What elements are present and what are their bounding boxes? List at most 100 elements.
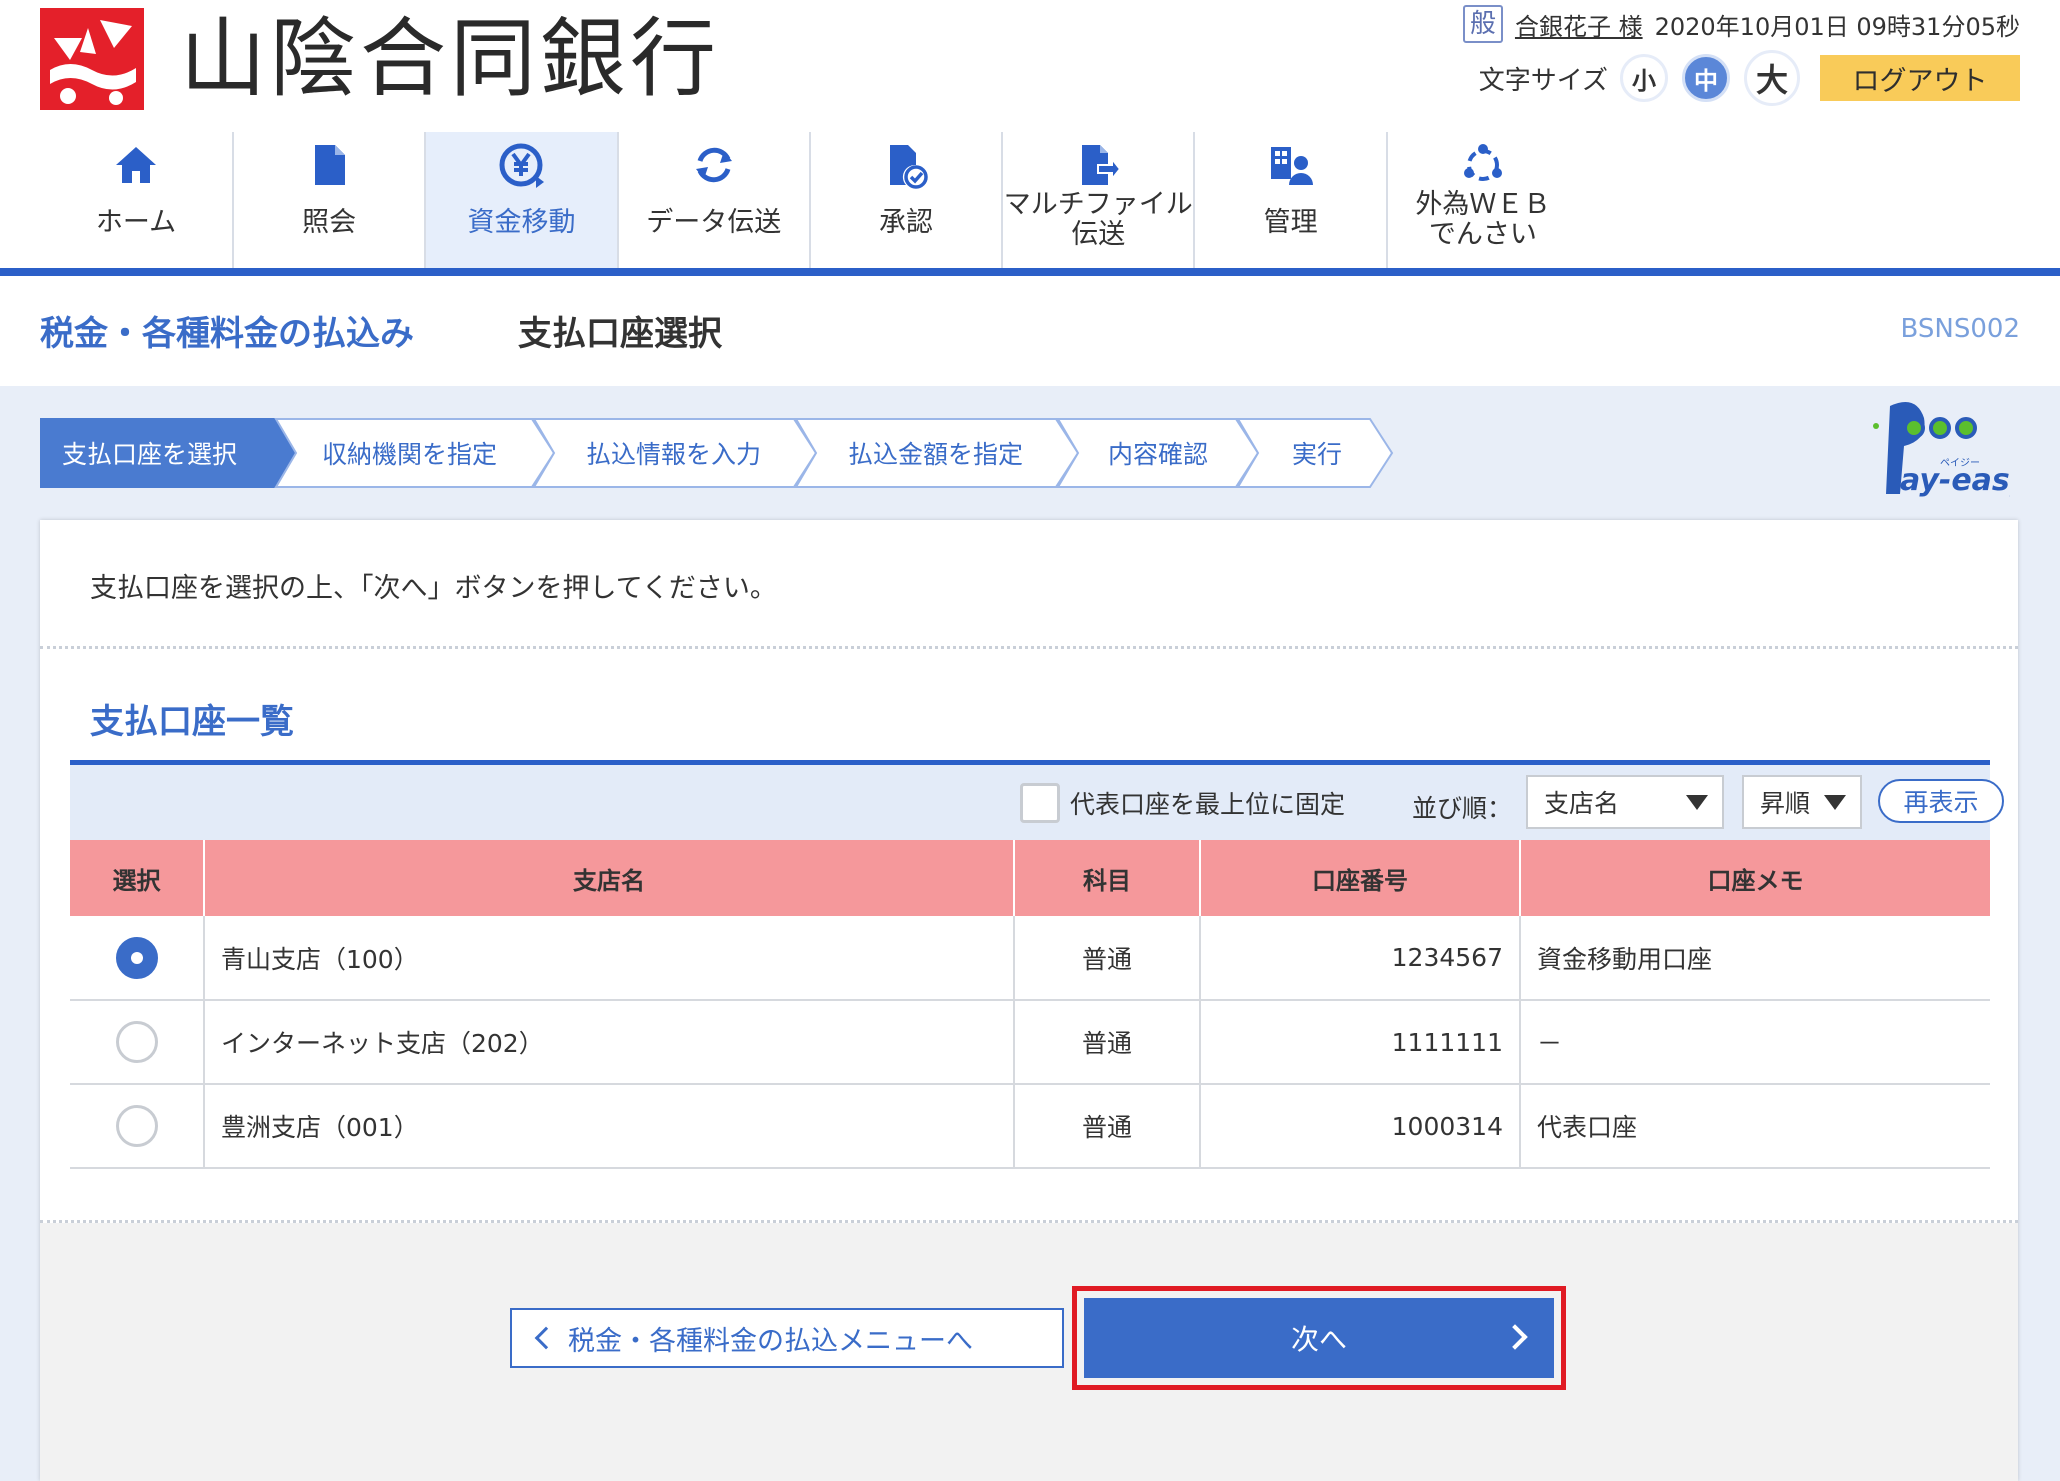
nav-label: 承認: [879, 207, 934, 238]
admin-icon: [1266, 140, 1316, 190]
account-number-cell: 1111111: [1199, 1000, 1520, 1085]
next-button-label: 次へ: [1290, 1323, 1347, 1356]
branch-cell: 青山支店（100）: [203, 916, 1014, 1001]
table-row[interactable]: インターネット支店（202） 普通 1111111 －: [70, 1000, 1990, 1085]
bank-logo-icon: [40, 8, 144, 110]
nav-item-fx-web-densai[interactable]: 外為ＷＥＢ でんさい: [1385, 132, 1578, 268]
bank-name: 山陰合同銀行: [180, 9, 720, 109]
nav-label-line2: でんさい: [1428, 219, 1537, 250]
step-label: 払込情報を入力: [586, 440, 761, 469]
nav-label: 外為ＷＥＢ でんさい: [1388, 190, 1578, 250]
nav-item-multi-file-transfer[interactable]: マルチファイル 伝送: [1001, 132, 1193, 268]
step-5: 内容確認: [1056, 418, 1260, 488]
divider: [40, 1220, 2018, 1223]
account-radio[interactable]: [115, 1105, 158, 1147]
font-size-large-button[interactable]: 大: [1744, 50, 1800, 106]
divider: [40, 646, 2018, 649]
back-button-label: 税金・各種料金の払込メニューへ: [568, 1325, 973, 1357]
account-number-cell: 1000314: [1199, 1084, 1520, 1169]
payeasy-logo-icon: ay-easy ペイジー: [1873, 402, 2010, 498]
nav-label: 管理: [1263, 207, 1318, 238]
page-subtitle: 支払口座選択: [518, 314, 722, 354]
nav-label: ホーム: [95, 207, 177, 238]
step-2: 収納機関を指定: [274, 418, 556, 488]
header: 山陰合同銀行 般 合銀花子 様 2020年10月01日 09時31分05秒 文字…: [0, 0, 2060, 132]
nav-item-approval[interactable]: 承認: [808, 132, 1001, 268]
table-header-row: 選択 支店名 科目 口座番号 口座メモ: [70, 840, 1990, 916]
branch-cell: 豊洲支店（001）: [203, 1084, 1014, 1169]
pin-primary-checkbox[interactable]: [1019, 783, 1060, 823]
chevron-right-icon: [1502, 1324, 1528, 1350]
step-label: 収納機関を指定: [322, 440, 497, 469]
sort-label: 並び順：: [1412, 794, 1513, 823]
pin-primary-label: 代表口座を最上位に固定: [1069, 790, 1345, 819]
instruction-text: 支払口座を選択の上、「次へ」ボタンを押してください。: [90, 573, 777, 604]
account-memo-cell: 資金移動用口座: [1519, 916, 1990, 1001]
approval-icon: [881, 140, 931, 190]
step-3: 払込情報を入力: [532, 418, 818, 488]
nav-item-data-transmission[interactable]: データ伝送: [616, 132, 809, 268]
nav-item-home[interactable]: ホーム: [40, 132, 232, 268]
nav-label: マルチファイル 伝送: [1003, 190, 1193, 250]
logout-button[interactable]: ログアウト: [1820, 55, 2020, 101]
back-to-menu-button[interactable]: 税金・各種料金の払込メニューへ: [510, 1308, 1064, 1368]
home-icon: [111, 140, 161, 190]
chevron-left-icon: [534, 1326, 558, 1350]
page-title-bar: 税金・各種料金の払込み 支払口座選択 BSNS002: [0, 276, 2060, 386]
nav-label: 照会: [302, 207, 357, 238]
step-label: 支払口座を選択: [62, 440, 237, 469]
step-label: 実行: [1292, 440, 1342, 469]
step-label: 払込金額を指定: [848, 440, 1023, 469]
font-size-label: 文字サイズ: [1478, 65, 1608, 96]
pin-primary-option[interactable]: 代表口座を最上位に固定: [1019, 783, 1345, 823]
user-type-badge: 般: [1462, 5, 1503, 43]
table-row[interactable]: 青山支店（100） 普通 1234567 資金移動用口座: [70, 916, 1990, 1001]
font-size-small-button[interactable]: 小: [1620, 54, 1668, 102]
file-transfer-icon: [1073, 140, 1123, 190]
nav-label-line1: 外為ＷＥＢ: [1415, 189, 1551, 220]
step-6: 実行: [1236, 418, 1394, 488]
nav-label-line2: 伝送: [1071, 219, 1126, 250]
sort-order-select[interactable]: 昇順: [1742, 775, 1862, 829]
step-label: 内容確認: [1108, 440, 1208, 469]
column-header: 口座番号: [1199, 840, 1520, 916]
next-button[interactable]: 次へ: [1084, 1298, 1554, 1378]
account-number-cell: 1234567: [1199, 916, 1520, 1001]
column-header: 科目: [1013, 840, 1200, 916]
table-row[interactable]: 豊洲支店（001） 普通 1000314 代表口座: [70, 1084, 1990, 1169]
screen-code: BSNS002: [1900, 314, 2020, 344]
section-title: 支払口座一覧: [90, 702, 294, 742]
login-datetime: 2020年10月01日 09時31分05秒: [1654, 12, 2020, 41]
nav-item-inquiry[interactable]: 照会: [232, 132, 424, 268]
dropdown-arrow-icon: [1824, 795, 1846, 810]
refresh-button[interactable]: 再表示: [1878, 779, 2004, 823]
account-memo-cell: －: [1519, 1000, 1990, 1085]
page-title: 税金・各種料金の払込み: [40, 314, 414, 354]
account-type-cell: 普通: [1013, 1084, 1200, 1169]
network-icon: [1458, 140, 1508, 190]
user-name-link[interactable]: 合銀花子 様: [1515, 7, 1643, 42]
sort-key-value: 支店名: [1544, 789, 1620, 818]
nav-label-line1: マルチファイル: [1003, 189, 1193, 220]
account-radio-selected[interactable]: [115, 936, 158, 979]
font-size-controls: 文字サイズ 小 中 大 ログアウト: [1479, 50, 2020, 106]
main-nav: ホーム 照会 資金移動 データ伝送 承認 マルチファイル 伝送 管理 外為ＷＥＢ…: [40, 132, 1578, 268]
user-info: 般 合銀花子 様 2020年10月01日 09時31分05秒: [1462, 5, 2020, 43]
font-size-medium-button[interactable]: 中: [1682, 54, 1730, 102]
account-type-cell: 普通: [1013, 916, 1200, 1001]
step-1-current: 支払口座を選択: [40, 418, 298, 488]
nav-item-admin[interactable]: 管理: [1193, 132, 1385, 268]
sort-order-value: 昇順: [1760, 789, 1811, 818]
branch-cell: インターネット支店（202）: [203, 1000, 1014, 1085]
sort-key-select[interactable]: 支店名: [1526, 775, 1724, 829]
nav-item-fund-transfer[interactable]: 資金移動: [424, 132, 617, 268]
main-panel: 支払口座を選択の上、「次へ」ボタンを押してください。 支払口座一覧 代表口座を最…: [40, 520, 2018, 1481]
column-header: 口座メモ: [1519, 840, 1990, 916]
nav-label: データ伝送: [646, 207, 782, 238]
progress-steps: 支払口座を選択 収納機関を指定 払込情報を入力 払込金額を指定 内容確認 実行: [40, 418, 1394, 488]
document-icon: [304, 140, 354, 190]
account-table: 選択 支店名 科目 口座番号 口座メモ 青山支店（100） 普通 1234567…: [70, 840, 1990, 1169]
column-header: 支店名: [203, 840, 1014, 916]
sync-icon: [689, 140, 739, 190]
account-radio[interactable]: [115, 1021, 158, 1063]
